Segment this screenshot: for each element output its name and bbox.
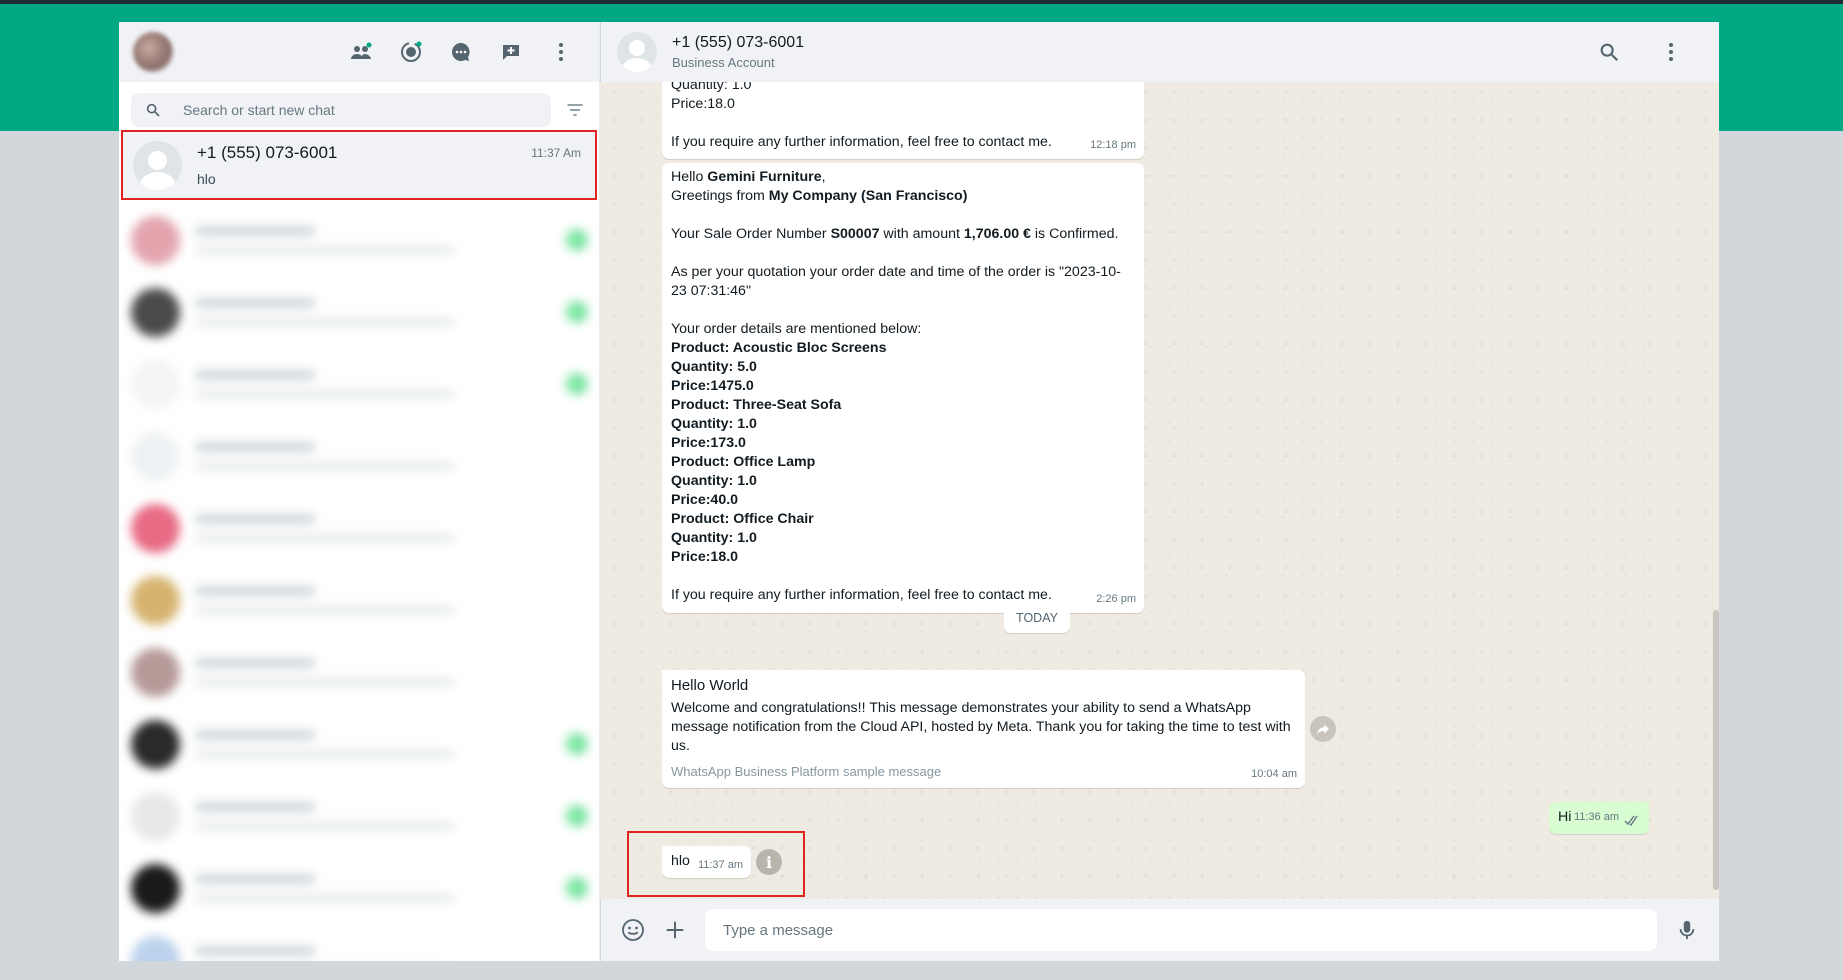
list-item[interactable]	[119, 636, 599, 708]
search-icon[interactable]	[1597, 40, 1621, 64]
composer	[600, 899, 1719, 961]
chat-time: 11:37 Am	[531, 146, 581, 160]
emoji-icon[interactable]	[621, 918, 645, 942]
status-icon[interactable]	[399, 40, 423, 64]
template-title: Hello World	[671, 677, 749, 694]
mic-icon[interactable]	[1675, 918, 1699, 942]
order-closing: If you require any further information, …	[671, 587, 1052, 603]
greetings-prefix: Greetings from	[671, 188, 769, 204]
list-item[interactable]	[119, 276, 599, 348]
order-number: S00007	[830, 226, 880, 242]
company-name: My Company (San Francisco)	[768, 188, 968, 204]
menu-icon[interactable]	[549, 40, 573, 64]
greeting-suffix: ,	[821, 169, 826, 185]
contact-name: +1 (555) 073-6001	[672, 34, 805, 51]
chat-last-message: hlo	[197, 171, 216, 187]
contact-avatar	[133, 140, 182, 190]
menu-icon[interactable]	[1659, 40, 1683, 64]
item-quantity: Quantity: 1.0	[671, 530, 757, 546]
template-body: Welcome and congratulations!! This messa…	[671, 700, 1291, 754]
message-text: Quantity: 1.0 Price:18.0 If you require …	[671, 77, 1052, 150]
order-greetings-from: Greetings from My Company (San Francisco…	[671, 187, 1135, 206]
search-input[interactable]	[183, 102, 503, 118]
list-item[interactable]	[119, 204, 599, 276]
list-item[interactable]	[119, 420, 599, 492]
double-check-icon	[1624, 815, 1638, 826]
sidebar-header	[119, 22, 599, 82]
customer-name: Gemini Furniture	[707, 169, 822, 185]
blurred-chat-list	[119, 204, 599, 961]
order-details-intro: Your order details are mentioned below:	[671, 321, 922, 337]
order-mid: with amount	[879, 226, 964, 242]
filter-icon[interactable]	[563, 98, 587, 122]
conversation-header[interactable]: +1 (555) 073-6001 Business Account	[600, 22, 1719, 82]
greeting-prefix: Hello	[671, 169, 708, 185]
list-item[interactable]	[119, 708, 599, 780]
list-item[interactable]	[119, 564, 599, 636]
item-price: Price:1475.0	[671, 378, 754, 394]
search-box	[131, 93, 551, 127]
contact-status: Business Account	[672, 55, 775, 70]
order-confirmation: Your Sale Order Number S00007 with amoun…	[671, 225, 1135, 244]
attach-icon[interactable]	[663, 918, 687, 942]
info-icon[interactable]: i	[756, 849, 782, 875]
scrollbar[interactable]	[1713, 610, 1719, 890]
communities-icon[interactable]	[349, 40, 373, 64]
message-bubble-incoming[interactable]: Hello World Welcome and congratulations!…	[662, 670, 1305, 788]
item-quantity: Quantity: 5.0	[671, 359, 757, 375]
message-bubble-incoming[interactable]: Hello Gemini Furniture, Greetings from M…	[662, 163, 1144, 613]
item-quantity: Quantity: 1.0	[671, 416, 757, 432]
list-item[interactable]	[119, 492, 599, 564]
item-price: Price:173.0	[671, 435, 746, 451]
chat-name: +1 (555) 073-6001	[197, 143, 338, 162]
order-greeting: Hello Gemini Furniture,	[671, 168, 1135, 187]
item-product: Product: Office Lamp	[671, 454, 816, 470]
order-date-line: As per your quotation your order date an…	[671, 264, 1121, 299]
contact-avatar	[617, 32, 657, 72]
item-product: Product: Three-Seat Sofa	[671, 397, 842, 413]
message-time: 10:04 am	[1251, 768, 1297, 780]
order-suffix: is Confirmed.	[1030, 226, 1119, 242]
message-input[interactable]	[705, 909, 1657, 951]
day-divider: TODAY	[1004, 603, 1070, 633]
list-item[interactable]	[119, 852, 599, 924]
order-prefix: Your Sale Order Number	[671, 226, 831, 242]
message-time: 12:18 pm	[1090, 139, 1136, 151]
my-avatar[interactable]	[133, 32, 173, 72]
item-quantity: Quantity: 1.0	[671, 473, 757, 489]
message-time: 2:26 pm	[1096, 593, 1136, 605]
list-item[interactable]	[119, 780, 599, 852]
list-item[interactable]	[119, 924, 599, 961]
template-footer: WhatsApp Business Platform sample messag…	[671, 764, 942, 779]
item-price: Price:40.0	[671, 492, 739, 508]
channels-icon[interactable]	[449, 40, 473, 64]
search-icon	[146, 103, 160, 117]
item-product: Product: Office Chair	[671, 511, 814, 527]
item-price: Price:18.0	[671, 549, 739, 565]
message-bubble-outgoing[interactable]: Hi 11:36 am	[1549, 802, 1649, 834]
list-item[interactable]	[119, 348, 599, 420]
forward-icon[interactable]	[1310, 716, 1336, 742]
message-time: 11:36 am	[1573, 811, 1619, 823]
order-amount: 1,706.00 €	[963, 226, 1031, 242]
chat-sidebar: +1 (555) 073-6001 11:37 Am hlo	[119, 22, 600, 961]
chat-list-item-selected[interactable]: +1 (555) 073-6001 11:37 Am hlo	[121, 130, 597, 200]
message-text: Hi	[1558, 809, 1572, 825]
new-chat-icon[interactable]	[499, 40, 523, 64]
item-product: Product: Acoustic Bloc Screens	[671, 340, 887, 356]
